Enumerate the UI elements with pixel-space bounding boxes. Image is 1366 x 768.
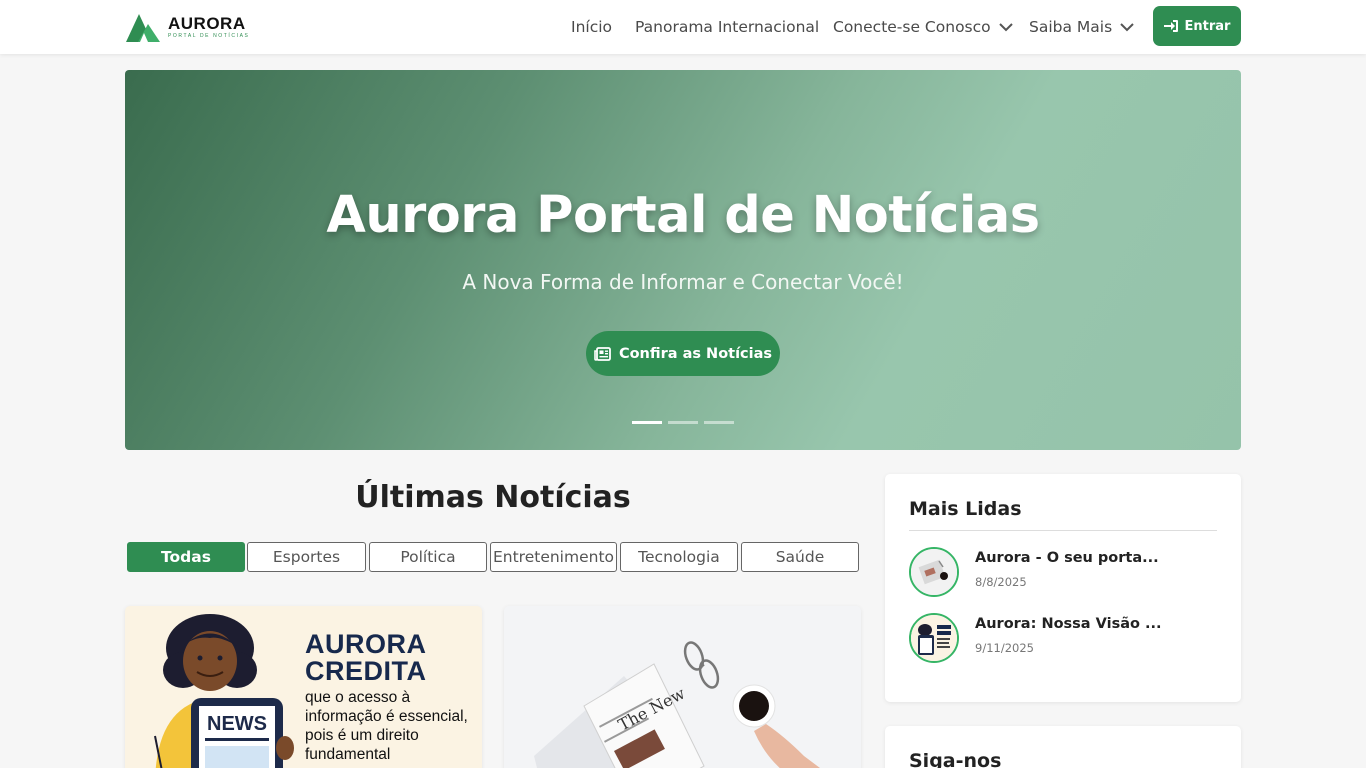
nav-panorama-internacional[interactable]: Panorama Internacional [635, 16, 819, 38]
follow-us-title: Siga-nos [909, 750, 1002, 768]
login-button[interactable]: Entrar [1153, 6, 1241, 46]
news-card[interactable]: The New [504, 606, 861, 768]
most-read-item-title: Aurora - O seu porta... [975, 550, 1159, 566]
latest-news-title: Últimas Notícias [355, 480, 631, 515]
see-news-label: Confira as Notícias [618, 345, 773, 362]
chevron-down-icon [1120, 22, 1134, 31]
most-read-item[interactable]: Aurora - O seu porta... 8/8/2025 [909, 547, 1217, 599]
filter-tecnologia[interactable]: Tecnologia [620, 542, 738, 572]
divider [909, 530, 1217, 531]
aurora-logo[interactable]: AURORA PORTAL DE NOTÍCIAS [126, 11, 250, 43]
filter-entretenimento[interactable]: Entretenimento [490, 542, 617, 572]
news-card[interactable]: NEWS AURORA CREDITA que o acesso à infor… [125, 606, 482, 768]
most-read-item-title: Aurora: Nossa Visão ... [975, 616, 1162, 632]
filter-esportes[interactable]: Esportes [247, 542, 366, 572]
card-body: que o acesso à informação é essencial, p… [305, 689, 468, 763]
article-thumbnail [909, 547, 959, 597]
most-read-item[interactable]: Aurora: Nossa Visão ... 9/11/2025 [909, 613, 1217, 665]
logo-title: AURORA [168, 14, 246, 33]
nav-label: Início [571, 18, 613, 36]
follow-us-panel: Siga-nos [885, 726, 1241, 768]
login-label: Entrar [1184, 18, 1231, 34]
logo-subtitle: PORTAL DE NOTÍCIAS [168, 33, 250, 39]
nav-label: Conecte-se Conosco [833, 18, 991, 36]
nav-label: Panorama Internacional [635, 18, 820, 36]
nav-conecte-se-conosco[interactable]: Conecte-se Conosco [833, 16, 1013, 38]
newspaper-icon [594, 346, 611, 361]
carousel-dot-3[interactable] [704, 421, 734, 424]
most-read-title: Mais Lidas [909, 498, 1022, 520]
most-read-panel: Mais Lidas Aurora - O seu porta... 8/8/2… [885, 474, 1241, 702]
sign-in-icon [1163, 20, 1178, 32]
news-badge-text: NEWS [207, 713, 267, 735]
person-holding-news-illustration: NEWS [154, 614, 294, 768]
hero-carousel: Aurora Portal de Notícias A Nova Forma d… [125, 70, 1241, 450]
carousel-dot-2[interactable] [668, 421, 698, 424]
nav-saiba-mais[interactable]: Saiba Mais [1029, 16, 1134, 38]
nav-inicio[interactable]: Início [571, 16, 612, 38]
filter-saude[interactable]: Saúde [741, 542, 859, 572]
logo-mountain-icon [126, 14, 160, 42]
newspaper-coffee-photo: The New [504, 606, 861, 768]
card-headline: AURORA CREDITA [305, 629, 427, 686]
chevron-down-icon [998, 22, 1013, 31]
hero-subtitle: A Nova Forma de Informar e Conectar Você… [462, 270, 904, 294]
most-read-item-date: 9/11/2025 [975, 641, 1034, 655]
nav-label: Saiba Mais [1029, 18, 1113, 36]
top-navbar: AURORA PORTAL DE NOTÍCIAS Início Panoram… [0, 0, 1366, 54]
carousel-indicators [632, 421, 734, 424]
article-thumbnail [909, 613, 959, 663]
filter-todas[interactable]: Todas [127, 542, 245, 572]
most-read-item-date: 8/8/2025 [975, 575, 1027, 589]
see-news-button[interactable]: Confira as Notícias [586, 331, 780, 376]
hero-title: Aurora Portal de Notícias [326, 186, 1040, 245]
carousel-dot-1[interactable] [632, 421, 662, 424]
filter-politica[interactable]: Política [369, 542, 487, 572]
